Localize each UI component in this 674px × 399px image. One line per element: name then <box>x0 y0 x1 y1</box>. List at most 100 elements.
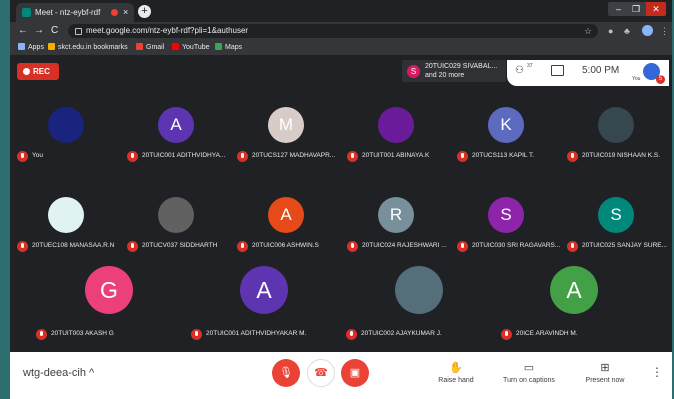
notification-badge: 5 <box>656 75 665 84</box>
present-now-button[interactable]: ⊞ Present now <box>570 361 640 384</box>
participant-name: 20TUIC006 ASHWIN.S <box>252 242 319 249</box>
tab-meet[interactable]: Meet - ntz-eybf-rdf × <box>16 3 134 22</box>
window-close-button[interactable]: ✕ <box>646 2 666 16</box>
mic-muted-icon <box>17 241 28 252</box>
bookmark-youtube[interactable]: YouTube <box>172 40 210 55</box>
participant-tile-large[interactable]: G 20TUIT003 AKASH G <box>31 266 186 352</box>
bookmark-skct[interactable]: skct.edu.in bookmarks <box>48 40 128 55</box>
participant-tile[interactable]: 20TUIT001 ABINAYA.K <box>342 106 452 190</box>
maximize-icon[interactable]: ❐ <box>632 2 640 16</box>
participant-tile[interactable]: M 20TUCS127 MADHAVAPR... <box>232 106 342 190</box>
back-icon[interactable]: ← <box>18 24 28 38</box>
participant-tile[interactable]: K 20TUCS113 KAPIL T. <box>452 106 562 190</box>
participant-avatar: A <box>268 197 304 233</box>
bookmark-star-icon[interactable]: ☆ <box>584 24 592 38</box>
presenter-more: and 20 more <box>425 72 465 79</box>
meeting-code: wtg-deea-cih <box>23 367 86 379</box>
profile-avatar[interactable] <box>642 25 653 36</box>
url-bar[interactable]: meet.google.com/ntz-eybf-rdf?pli=1&authu… <box>68 24 598 38</box>
more-options-icon[interactable]: ⋮ <box>651 365 663 379</box>
new-tab-button[interactable]: + <box>138 5 151 18</box>
presenter-chip[interactable]: S 20TUIC029 SIVABAL... and 20 more <box>402 60 506 82</box>
participant-avatar: S <box>598 197 634 233</box>
mic-muted-icon <box>346 329 357 340</box>
meet-stage: REC S 20TUIC029 SIVABAL... and 20 more ⚇… <box>10 56 672 352</box>
minimize-icon[interactable]: – <box>616 2 621 16</box>
participant-avatar: A <box>240 266 288 314</box>
participant-tile-large[interactable]: A 20ICE ARAVINDH M. <box>496 266 651 352</box>
mic-toggle-button[interactable]: 🎙 <box>272 359 300 387</box>
raise-hand-icon: ✋ <box>449 362 463 374</box>
presenter-avatar: S <box>407 65 420 78</box>
reload-icon[interactable]: C <box>51 24 58 38</box>
folder-icon <box>48 43 55 50</box>
mic-muted-icon <box>36 329 47 340</box>
self-label: You <box>632 76 641 82</box>
leave-call-button[interactable]: ☎ <box>307 359 335 387</box>
captions-button[interactable]: ▭ Turn on captions <box>494 361 564 384</box>
participant-avatar <box>598 107 634 143</box>
participant-name: 20ICE ARAVINDH M. <box>516 330 578 337</box>
forward-icon[interactable]: → <box>34 24 44 38</box>
participant-name: 20TUCS127 MADHAVAPR... <box>252 152 336 159</box>
recording-indicator-icon <box>111 9 118 16</box>
participant-tile[interactable]: You <box>12 106 122 190</box>
bookmark-apps[interactable]: Apps <box>18 40 44 55</box>
mic-muted-icon <box>501 329 512 340</box>
maps-icon <box>215 43 222 50</box>
participant-name: 20TUCS113 KAPIL T. <box>472 152 535 159</box>
people-count: 37 <box>527 63 533 69</box>
mic-muted-icon <box>237 151 248 162</box>
participant-name: 20TUIT001 ABINAYA.K <box>362 152 430 159</box>
lock-icon <box>75 28 82 35</box>
participant-name: 20TUIC024 RAJESHWARI ... <box>362 242 447 249</box>
captions-icon: ▭ <box>523 362 535 374</box>
meet-favicon-icon <box>22 8 31 17</box>
bookmark-gmail[interactable]: Gmail <box>136 40 164 55</box>
participant-avatar: A <box>158 107 194 143</box>
bookmark-maps[interactable]: Maps <box>215 40 242 55</box>
mic-off-icon: 🎙 <box>279 367 293 379</box>
participant-name: 20TUIC025 SANJAY SURE... <box>582 242 668 249</box>
present-now-label: Present now <box>585 377 625 384</box>
raise-hand-button[interactable]: ✋ Raise hand <box>421 361 491 384</box>
people-icon[interactable]: ⚇ <box>515 65 524 76</box>
participant-avatar: R <box>378 197 414 233</box>
meeting-info-panel: ⚇ 37 5:00 PM You 5 <box>507 60 669 86</box>
mic-muted-icon <box>457 241 468 252</box>
participant-tile[interactable]: 20TUIC019 NISHAAN K.S. <box>562 106 672 190</box>
meeting-details-button[interactable]: wtg-deea-cih ^ <box>23 367 94 379</box>
url-text: meet.google.com/ntz-eybf-rdf?pli=1&authu… <box>86 26 249 35</box>
camera-off-icon: ▣ <box>349 367 361 379</box>
participant-avatar <box>48 197 84 233</box>
chat-icon[interactable] <box>551 65 564 76</box>
camera-toggle-button[interactable]: ▣ <box>341 359 369 387</box>
participant-avatar <box>48 107 84 143</box>
browser-menu-icon[interactable]: ⋮ <box>660 25 669 37</box>
mic-muted-icon <box>347 151 358 162</box>
mic-muted-icon <box>191 329 202 340</box>
participant-avatar: G <box>85 266 133 314</box>
participant-tile-large[interactable]: 20TUIC002 AJAYKUMAR J. <box>341 266 496 352</box>
extension-icon[interactable]: ● <box>608 25 613 37</box>
meeting-controls-bar: wtg-deea-cih ^ 🎙 ☎ ▣ ✋ Raise hand ▭ Turn… <box>10 352 672 399</box>
youtube-icon <box>172 43 179 50</box>
participant-name: 20TUIC019 NISHAAN K.S. <box>582 152 661 159</box>
participant-name: 20TUEC108 MANASAA.R.N <box>32 242 115 249</box>
participant-tile-large[interactable]: A 20TUIC001 ADITHVIDHYAKAR M. <box>186 266 341 352</box>
apps-grid-icon <box>18 43 25 50</box>
tab-bar: Meet - ntz-eybf-rdf × + – ❐ ✕ <box>10 0 672 22</box>
clock-time: 5:00 PM <box>582 65 620 76</box>
participant-tile[interactable]: A 20TUIC001 ADITHVIDHYA... <box>122 106 232 190</box>
participant-avatar: A <box>550 266 598 314</box>
participant-name: 20TUCV037 SIDDHARTH <box>142 242 218 249</box>
tab-close-icon[interactable]: × <box>123 3 128 22</box>
participant-name: 20TUIT003 AKASH G <box>51 330 114 337</box>
present-icon: ⊞ <box>600 362 610 374</box>
extensions-puzzle-icon[interactable]: ♣ <box>624 25 630 37</box>
mic-muted-icon <box>17 151 28 162</box>
participant-avatar: S <box>488 197 524 233</box>
large-participant-row: G 20TUIT003 AKASH G A 20TUIC001 ADITHVIDHYA… <box>31 266 654 352</box>
recording-label: REC <box>33 67 50 76</box>
address-bar-row: ← → C meet.google.com/ntz-eybf-rdf?pli=1… <box>10 22 672 40</box>
